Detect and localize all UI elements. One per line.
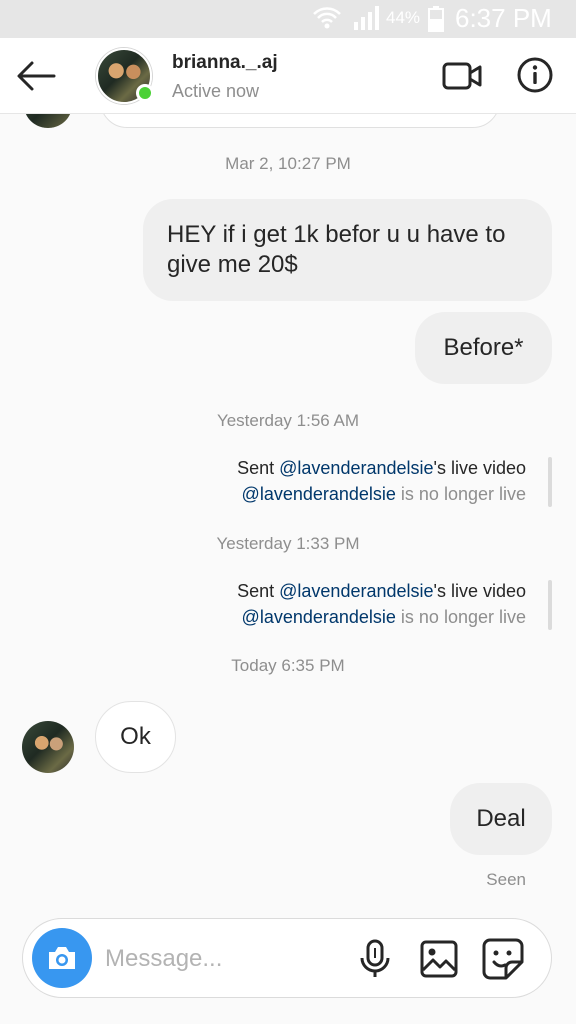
message-timestamp: Yesterday 1:56 AM [216,411,360,430]
battery-icon [428,6,444,32]
camera-button[interactable] [32,928,92,988]
share-sent-line: Sent @lavenderandelsie's live video [237,455,526,481]
status-bar: 44% 6:37 PM [0,0,576,38]
message-timestamp: Today 6:35 PM [231,656,345,675]
message-text: HEY if i get 1k befor u u have to [167,221,506,248]
mention-link[interactable]: @lavenderandelsie [242,607,396,627]
sticker-icon [482,938,524,980]
shared-live-video[interactable]: Sent @lavenderandelsie's live video @lav… [237,455,526,507]
online-indicator [136,84,154,102]
message-bubble-outgoing[interactable]: HEY if i get 1k befor u u have to give m… [143,199,552,301]
message-timestamp: Yesterday 1:33 PM [216,534,360,553]
sticker-button[interactable] [482,938,524,980]
info-button[interactable] [516,56,554,94]
message-composer [22,918,552,998]
avatar [24,114,72,128]
share-status-text: is no longer live [395,607,526,627]
share-sent-suffix: 's live video [433,581,526,601]
mention-link[interactable]: @lavenderandelsie [279,458,433,478]
info-icon [517,57,553,93]
share-divider [548,580,552,630]
back-button[interactable] [14,58,58,94]
message-bubble-partial [100,114,500,128]
message-text: Ok [120,723,151,750]
sender-avatar[interactable] [22,721,74,773]
share-sent-prefix: Sent [237,458,280,478]
message-text: give me 20$ [167,251,298,278]
status-clock: 6:37 PM [455,3,552,33]
voice-message-button[interactable] [357,939,393,979]
mention-link[interactable]: @lavenderandelsie [279,581,433,601]
share-sent-line: Sent @lavenderandelsie's live video [237,578,526,604]
share-status-text: is no longer live [395,484,526,504]
video-camera-icon [442,62,482,90]
arrow-left-icon [17,61,56,91]
message-bubble-outgoing[interactable]: Before* [415,312,552,384]
chat-header: brianna._.aj Active now [0,38,576,114]
video-call-button[interactable] [442,56,482,96]
microphone-icon [360,939,390,977]
message-thread[interactable]: Mar 2, 10:27 PM HEY if i get 1k befor u … [0,114,576,914]
wifi-icon [313,7,341,29]
message-input[interactable] [105,941,335,977]
active-status: Active now [172,81,260,101]
message-bubble-outgoing[interactable]: Deal [450,783,552,855]
share-divider [548,457,552,507]
share-sent-suffix: 's live video [433,458,526,478]
message-bubble-incoming[interactable]: Ok [95,701,176,773]
image-icon [420,940,458,978]
share-status-line: @lavenderandelsie is no longer live [237,604,526,630]
share-status-line: @lavenderandelsie is no longer live [237,481,526,507]
message-timestamp: Mar 2, 10:27 PM [225,154,351,173]
battery-percent: 44% [386,8,421,27]
camera-icon [49,947,75,969]
signal-icon [354,6,379,30]
seen-indicator: Seen [486,870,526,889]
shared-live-video[interactable]: Sent @lavenderandelsie's live video @lav… [237,578,526,630]
contact-username[interactable]: brianna._.aj [172,52,278,74]
contact-avatar[interactable] [96,48,154,104]
message-text: Before* [443,334,524,361]
mention-link[interactable]: @lavenderandelsie [242,484,396,504]
gallery-button[interactable] [420,940,458,978]
share-sent-prefix: Sent [237,581,280,601]
message-text: Deal [476,805,526,832]
